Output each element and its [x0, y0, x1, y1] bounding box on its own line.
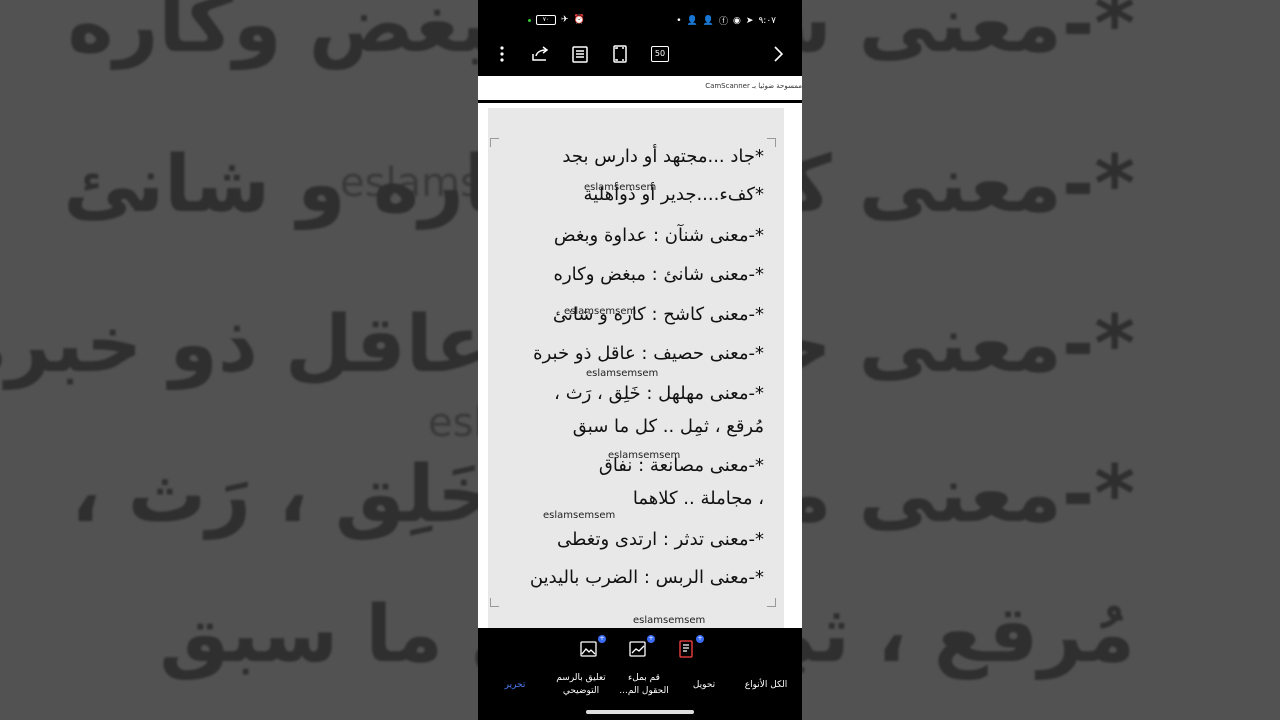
- text-line: *-معنى مصانعة : نفاق: [598, 455, 764, 476]
- viewer-toolbar: 50: [478, 36, 802, 72]
- tab-all-types[interactable]: الكل الأنواع: [736, 679, 796, 692]
- tab-fill-fields[interactable]: قم بملء الحقول الم...: [616, 672, 672, 698]
- new-badge: +: [598, 635, 606, 643]
- more-options-icon[interactable]: [492, 44, 512, 64]
- crop-corner: [490, 598, 499, 607]
- phone-screen: ٧٠ ✈ ⏰ • 👤 👤 ⓕ ◉ ➤ ٩:٠٧ 50 ممسوحة ضوئيا …: [478, 0, 802, 720]
- text-line: *جاد ...مجتهد أو دارس بجد: [562, 146, 764, 167]
- tab-annotate[interactable]: تعليق بالرسم التوضيحي: [552, 672, 610, 698]
- clock-time: ٩:٠٧: [758, 15, 776, 26]
- text-line: *-معنى كاشح : كاره و شانئ: [552, 304, 764, 325]
- home-indicator[interactable]: [586, 710, 694, 714]
- crop-corner: [767, 138, 776, 147]
- tab-convert[interactable]: تحويل: [686, 679, 722, 692]
- reading-mode-icon[interactable]: [570, 44, 590, 64]
- page-count-button[interactable]: 50: [650, 44, 670, 64]
- status-right: • 👤 👤 ⓕ ◉ ➤ ٩:٠٧: [676, 14, 776, 28]
- new-badge: +: [696, 635, 704, 643]
- watermark: eslamsemsem: [586, 368, 659, 379]
- text-line: *كفء....جدير أو ذوأهلية: [583, 184, 764, 205]
- status-bar: ٧٠ ✈ ⏰ • 👤 👤 ⓕ ◉ ➤ ٩:٠٧: [478, 0, 802, 40]
- crop-corner: [767, 598, 776, 607]
- text-line: *-معنى الربس : الضرب باليدين: [529, 567, 764, 588]
- text-line: ، مجاملة .. كلاهما: [632, 488, 764, 509]
- person-icon: 👤: [702, 15, 715, 26]
- document-page[interactable]: ممسوحة ضوئيا بـ CamScanner *جاد ...مجتهد…: [478, 76, 802, 628]
- alarm-icon: ⏰: [573, 15, 585, 25]
- chevron-right-icon[interactable]: [768, 44, 788, 64]
- notification-dot-icon: •: [676, 15, 682, 26]
- tab-edit[interactable]: تحرير: [500, 679, 530, 692]
- watermark: eslamsemsem: [633, 615, 706, 626]
- edit-image-icon[interactable]: +: [580, 635, 606, 658]
- new-badge: +: [647, 635, 655, 643]
- page-divider: [478, 100, 802, 103]
- messenger-icon: ◉: [733, 15, 741, 26]
- bottom-action-bar: + + + تحرير تعليق بالرسم التوضيحي قم بمل…: [478, 628, 802, 720]
- telegram-icon: ➤: [745, 15, 754, 26]
- status-left: ٧٠ ✈ ⏰: [528, 15, 585, 25]
- text-line: مُرقع ، ثمِل .. كل ما سبق: [572, 416, 764, 437]
- scanned-image: *جاد ...مجتهد أو دارس بجد eslamsemsem *ك…: [488, 108, 784, 628]
- watermark: eslamsemsem: [543, 510, 616, 521]
- document-form-icon[interactable]: +: [678, 635, 704, 658]
- text-line: *-معنى شنآن : عداوة وبغض: [553, 225, 764, 246]
- facebook-icon: ⓕ: [719, 17, 729, 27]
- camscanner-header: ممسوحة ضوئيا بـ CamScanner: [705, 82, 802, 90]
- text-line: *-معنى مهلهل : خَلِق ، رَث ،: [554, 383, 764, 404]
- image-chart-icon[interactable]: +: [629, 635, 655, 658]
- person-icon: 👤: [686, 15, 698, 26]
- text-line: *-معنى تدثر : ارتدى وتغطى: [557, 529, 764, 550]
- page-count: 50: [651, 46, 669, 62]
- text-line: *-معنى شانئ : مبغض وكاره: [553, 264, 764, 285]
- text-line: *-معنى حصيف : عاقل ذو خبرة: [533, 343, 764, 364]
- fit-page-icon[interactable]: [610, 44, 630, 64]
- share-icon[interactable]: [530, 44, 550, 64]
- battery-icon: ٧٠: [536, 15, 556, 25]
- airplane-icon: ✈: [561, 15, 569, 25]
- crop-corner: [490, 138, 499, 147]
- recording-dot-icon: [528, 18, 531, 22]
